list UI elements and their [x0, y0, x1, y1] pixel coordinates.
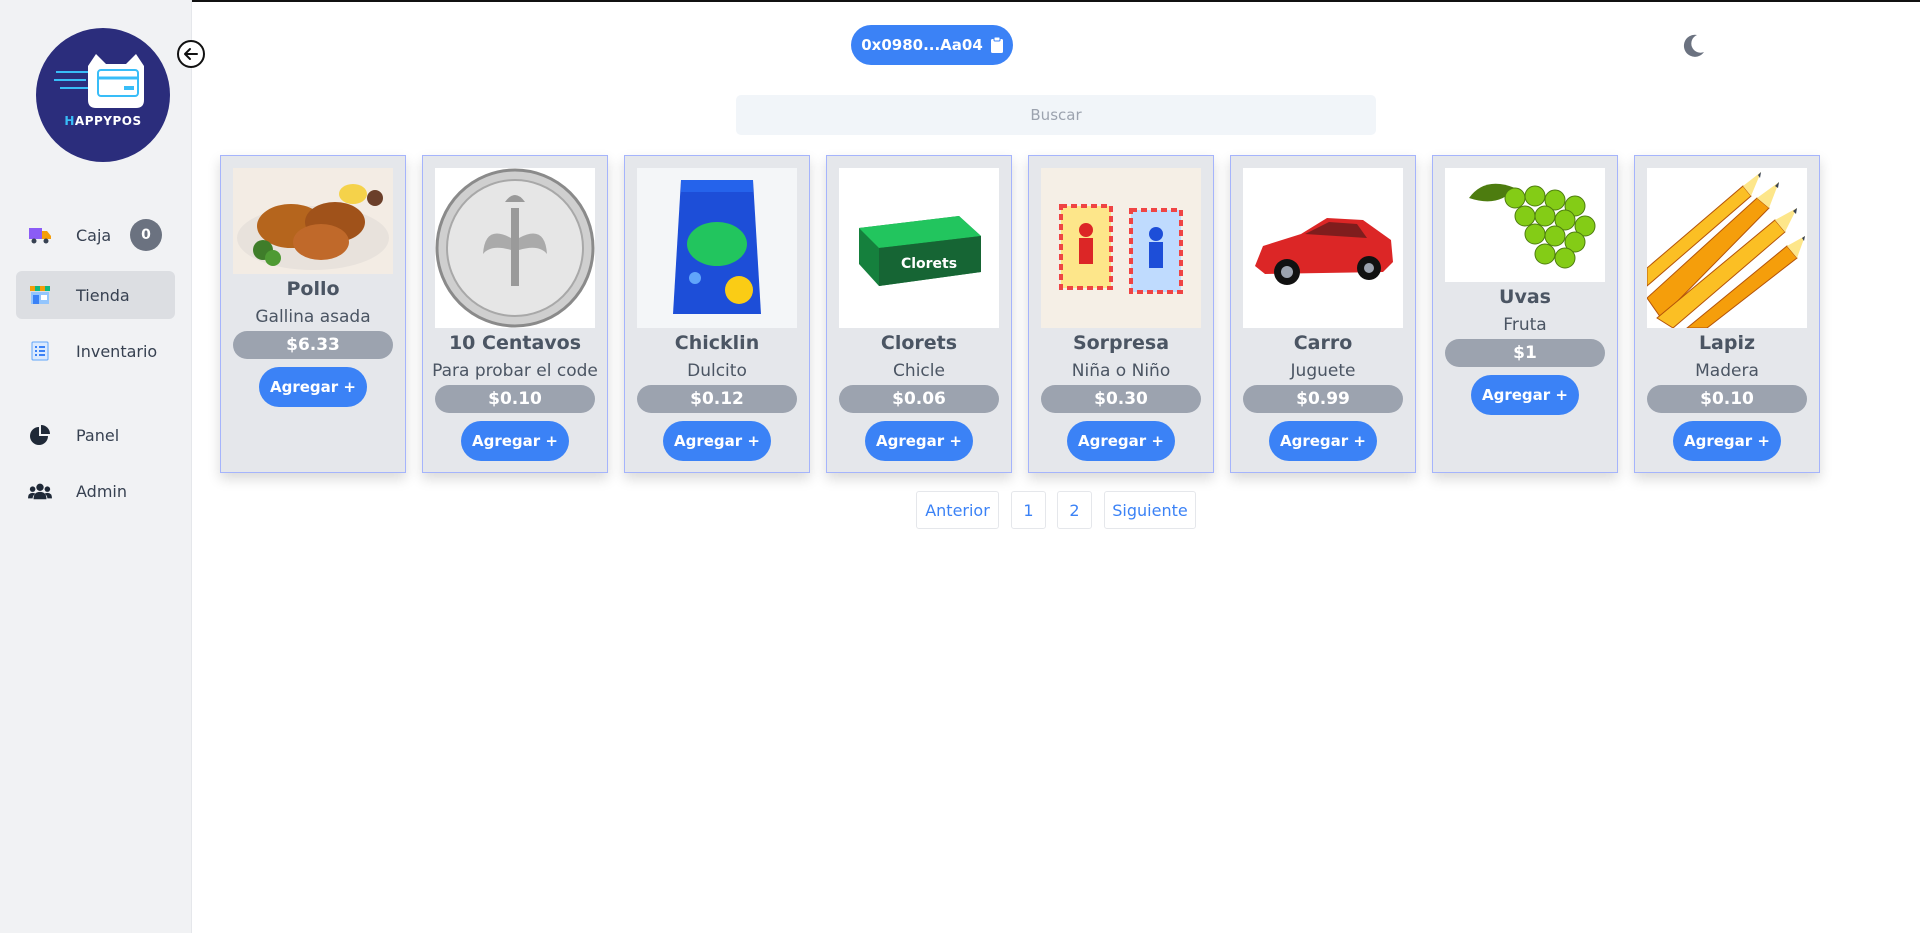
wallet-address-button[interactable]: 0x0980...Aa04	[851, 25, 1013, 65]
add-to-cart-button[interactable]: Agregar +	[461, 421, 569, 461]
sidebar-item-label: Caja	[76, 225, 112, 245]
product-name: Pollo	[286, 278, 340, 300]
sidebar-item-admin[interactable]: Admin	[16, 467, 175, 515]
product-card: Lapiz Madera $0.10 Agregar +	[1634, 155, 1820, 473]
search-input[interactable]	[736, 95, 1376, 135]
product-image-roast-chicken	[233, 168, 393, 274]
product-card: Clorets Clorets Chicle $0.06 Agregar +	[826, 155, 1012, 473]
product-price: $0.30	[1041, 385, 1201, 413]
truck-icon	[28, 223, 52, 247]
product-card: Chicklin Dulcito $0.12 Agregar +	[624, 155, 810, 473]
sidebar-item-label: Panel	[76, 425, 120, 445]
product-price: $6.33	[233, 331, 393, 359]
product-image-grapes	[1445, 168, 1605, 282]
product-name: Carro	[1293, 332, 1353, 354]
product-image-red-car	[1243, 168, 1403, 328]
cart-count-badge: 0	[130, 219, 162, 251]
logo-text: HAPPYPOS	[64, 114, 142, 128]
product-name: Sorpresa	[1072, 332, 1170, 354]
add-to-cart-button[interactable]: Agregar +	[1269, 421, 1377, 461]
pie-chart-icon	[28, 423, 52, 447]
product-price: $0.10	[1647, 385, 1807, 413]
users-icon	[28, 479, 52, 503]
add-to-cart-button[interactable]: Agregar +	[259, 367, 367, 407]
product-price: $0.12	[637, 385, 797, 413]
pagination-prev-button[interactable]: Anterior	[916, 491, 999, 529]
sidebar-item-panel[interactable]: Panel	[16, 411, 175, 459]
product-price: $0.10	[435, 385, 595, 413]
sidebar-item-tienda[interactable]: Tienda	[16, 271, 175, 319]
product-price: $1	[1445, 339, 1605, 367]
product-description: Chicle	[893, 361, 945, 381]
sidebar-item-caja[interactable]: Caja 0	[16, 211, 175, 259]
add-to-cart-button[interactable]: Agregar +	[663, 421, 771, 461]
store-icon	[28, 283, 52, 307]
product-card: 10 Centavos Para probar el code $0.10 Ag…	[422, 155, 608, 473]
product-name: Clorets	[880, 332, 958, 354]
sidebar-item-label: Admin	[76, 481, 127, 501]
product-description: Fruta	[1503, 315, 1547, 335]
top-border	[0, 0, 1920, 2]
pagination-page-2[interactable]: 2	[1057, 491, 1092, 529]
pagination-page-1[interactable]: 1	[1011, 491, 1046, 529]
product-image-candy-bag	[637, 168, 797, 328]
product-description: Juguete	[1290, 361, 1356, 381]
product-card: Pollo Gallina asada $6.33 Agregar +	[220, 155, 406, 473]
product-price: $0.99	[1243, 385, 1403, 413]
product-image-pencils	[1647, 168, 1807, 328]
add-to-cart-button[interactable]: Agregar +	[1673, 421, 1781, 461]
pagination-next-button[interactable]: Siguiente	[1104, 491, 1196, 529]
gum-box-label: Clorets	[901, 256, 957, 272]
wallet-address: 0x0980...Aa04	[861, 36, 983, 54]
moon-icon[interactable]	[1678, 31, 1708, 61]
product-name: Chicklin	[674, 332, 760, 354]
product-price: $0.06	[839, 385, 999, 413]
product-image-dime-coin	[435, 168, 595, 328]
product-description: Gallina asada	[255, 307, 371, 327]
sidebar: HAPPYPOS Caja 0 Tienda Inventario Panel …	[0, 0, 192, 933]
product-description: Para probar el code	[432, 361, 598, 381]
logo[interactable]: HAPPYPOS	[36, 28, 170, 162]
product-card: Sorpresa Niña o Niño $0.30 Agregar +	[1028, 155, 1214, 473]
product-description: Madera	[1695, 361, 1759, 381]
sidebar-item-inventario[interactable]: Inventario	[16, 327, 175, 375]
sidebar-item-label: Inventario	[76, 341, 158, 361]
product-card: Carro Juguete $0.99 Agregar +	[1230, 155, 1416, 473]
product-image-surprise-packets	[1041, 168, 1201, 328]
product-description: Niña o Niño	[1071, 361, 1171, 381]
product-name: Uvas	[1499, 286, 1551, 308]
add-to-cart-button[interactable]: Agregar +	[1471, 375, 1579, 415]
product-description: Dulcito	[687, 361, 747, 381]
product-image-gum-box: Clorets	[839, 168, 999, 328]
sidebar-item-label: Tienda	[76, 285, 130, 305]
add-to-cart-button[interactable]: Agregar +	[865, 421, 973, 461]
cat-card-icon	[54, 54, 144, 108]
list-icon	[28, 339, 52, 363]
collapse-sidebar-button[interactable]	[177, 40, 205, 68]
product-name: 10 Centavos	[448, 332, 582, 354]
product-name: Lapiz	[1698, 332, 1756, 354]
clipboard-icon	[990, 37, 1003, 53]
arrow-left-icon	[184, 48, 198, 60]
product-card: Uvas Fruta $1 Agregar +	[1432, 155, 1618, 473]
add-to-cart-button[interactable]: Agregar +	[1067, 421, 1175, 461]
